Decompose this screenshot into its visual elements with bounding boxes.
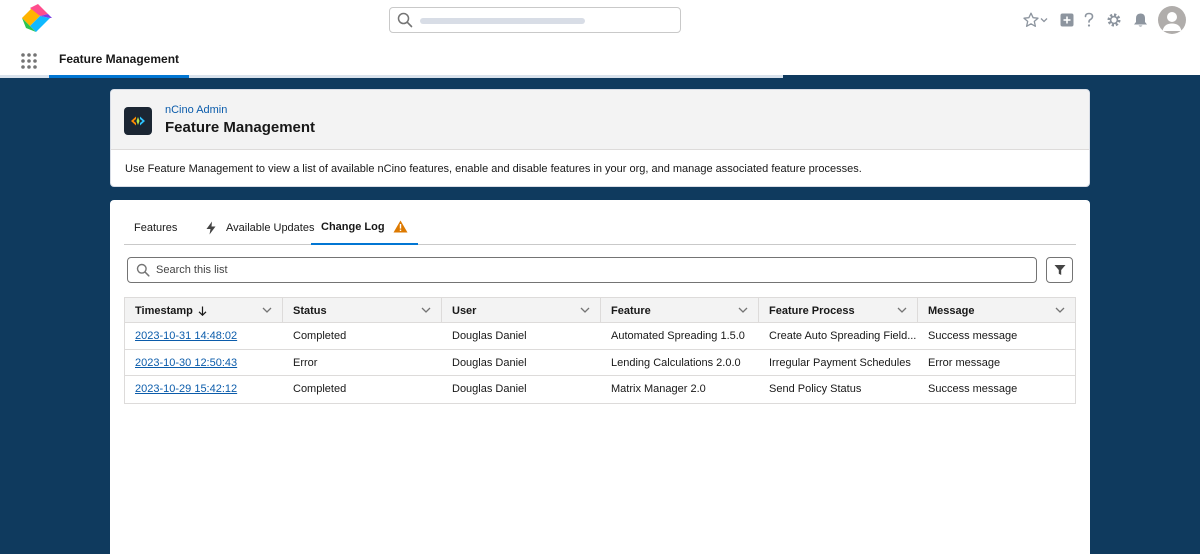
nav-divider [783, 75, 1200, 78]
column-menu-chevron-down-icon[interactable] [421, 306, 431, 314]
column-header-feature-process[interactable]: Feature Process [759, 298, 918, 323]
column-label: Status [293, 304, 327, 317]
notifications-bell-icon[interactable] [1133, 8, 1148, 32]
app-launcher-waffle-icon[interactable] [20, 52, 38, 70]
tab-features[interactable]: Features [124, 210, 187, 245]
column-menu-chevron-down-icon[interactable] [897, 306, 907, 314]
search-placeholder-bar [420, 18, 585, 24]
feature-process-cell: Send Policy Status [769, 383, 862, 395]
timestamp-link[interactable]: 2023-10-30 12:50:43 [125, 350, 283, 376]
feature-tabs: Features Available Updates Change Log [124, 210, 1076, 245]
page-title: Feature Management [165, 119, 316, 136]
favorites-chevron-down-icon[interactable] [1040, 8, 1048, 32]
timestamp-link[interactable]: 2023-10-29 15:42:12 [125, 376, 283, 402]
setup-gear-icon[interactable] [1106, 8, 1122, 32]
search-icon [397, 12, 413, 28]
feature-process-cell: Create Auto Spreading Field... [769, 330, 917, 342]
header-utility-icons [1017, 6, 1186, 34]
add-icon[interactable] [1060, 8, 1074, 32]
page-header-card: nCino Admin Feature Management Use Featu… [110, 89, 1090, 187]
global-search-input[interactable] [389, 7, 681, 33]
column-header-user[interactable]: User [442, 298, 601, 323]
feature-cell: Automated Spreading 1.5.0 [611, 330, 745, 342]
feature-cell: Matrix Manager 2.0 [611, 383, 706, 395]
column-menu-chevron-down-icon[interactable] [1055, 306, 1065, 314]
user-cell: Douglas Daniel [452, 383, 527, 395]
table-row: 2023-10-30 12:50:43 Error Douglas Daniel… [125, 350, 1075, 376]
app-logo-icon[interactable] [18, 4, 54, 36]
page-description: Use Feature Management to view a list of… [125, 163, 862, 175]
column-label: Message [928, 304, 975, 317]
user-cell: Douglas Daniel [452, 356, 527, 369]
global-header [0, 0, 1200, 42]
column-header-timestamp[interactable]: Timestamp [125, 298, 283, 323]
tab-label: Change Log [321, 220, 385, 233]
table-row: 2023-10-31 14:48:02 Completed Douglas Da… [125, 323, 1075, 350]
status-cell: Error [293, 356, 318, 369]
column-header-message[interactable]: Message [918, 298, 1075, 323]
filter-icon [1054, 265, 1065, 275]
timestamp-link[interactable]: 2023-10-31 14:48:02 [125, 323, 283, 349]
feature-process-cell: Irregular Payment Schedules [769, 356, 911, 369]
app-navigation-bar: Feature Management [0, 42, 1200, 78]
column-label: Timestamp [135, 304, 193, 317]
tab-change-log[interactable]: Change Log [311, 210, 418, 245]
column-label: User [452, 304, 477, 317]
column-menu-chevron-down-icon[interactable] [262, 306, 272, 314]
search-icon [136, 263, 150, 277]
message-cell: Error message [928, 356, 1001, 369]
column-menu-chevron-down-icon[interactable] [580, 306, 590, 314]
list-search-field[interactable] [127, 257, 1037, 283]
status-cell: Completed [293, 330, 347, 342]
table-header: Timestamp Status User Feature Feature Pr… [125, 297, 1075, 323]
ncino-app-icon [124, 107, 152, 135]
page-header-top: nCino Admin Feature Management [111, 90, 1089, 150]
app-name-breadcrumb[interactable]: nCino Admin [165, 104, 227, 116]
feature-cell: Lending Calculations 2.0.0 [611, 356, 741, 369]
user-cell: Douglas Daniel [452, 330, 527, 342]
user-avatar-icon[interactable] [1158, 6, 1186, 34]
filter-button[interactable] [1046, 257, 1073, 283]
nav-tab-feature-management[interactable]: Feature Management [49, 42, 190, 78]
change-log-table: Timestamp Status User Feature Feature Pr… [124, 297, 1076, 404]
message-cell: Success message [928, 330, 1018, 342]
favorites-star-icon[interactable] [1023, 8, 1039, 32]
sort-descending-arrow-icon [198, 306, 207, 316]
table-row: 2023-10-29 15:42:12 Completed Douglas Da… [125, 376, 1075, 403]
tab-label: Available Updates [226, 221, 315, 234]
column-label: Feature Process [769, 304, 855, 317]
tab-available-updates[interactable]: Available Updates [195, 210, 324, 245]
message-cell: Success message [928, 383, 1018, 395]
column-header-status[interactable]: Status [283, 298, 442, 323]
column-header-feature[interactable]: Feature [601, 298, 759, 323]
change-log-card: Features Available Updates Change Log Se… [110, 200, 1090, 554]
column-label: Feature [611, 304, 651, 317]
lightning-icon [206, 221, 216, 234]
column-menu-chevron-down-icon[interactable] [738, 306, 748, 314]
warning-icon [393, 220, 408, 233]
help-icon[interactable] [1083, 8, 1095, 32]
list-search-input[interactable] [156, 261, 1026, 279]
status-cell: Completed [293, 383, 347, 395]
tab-label: Features [134, 221, 178, 234]
